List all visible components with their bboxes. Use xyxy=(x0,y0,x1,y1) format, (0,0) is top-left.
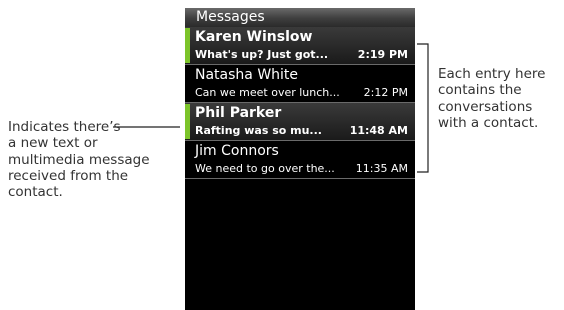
right-callout-line: conversations xyxy=(438,98,533,115)
left-callout-line: Indicates there’s xyxy=(8,119,121,135)
right-callout: Each entry here contains the conversatio… xyxy=(438,66,545,131)
left-callout-line: received from the xyxy=(8,167,129,184)
left-callout-line: a new text or xyxy=(8,135,98,152)
right-callout-line: contains the xyxy=(438,82,522,99)
right-callout-line: Each entry here xyxy=(438,66,546,82)
left-callout-line: multimedia message xyxy=(8,151,150,168)
right-callout-line: with a contact. xyxy=(438,114,539,131)
left-callout: Indicates there’s a new text or multimed… xyxy=(8,119,150,200)
right-callout-bracket xyxy=(417,43,429,173)
left-callout-line: contact. xyxy=(8,184,63,201)
